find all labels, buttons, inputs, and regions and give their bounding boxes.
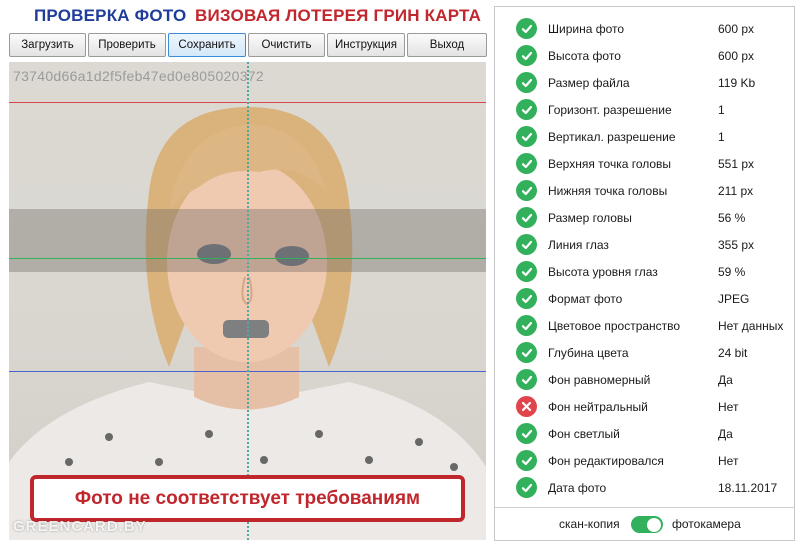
result-row: Цветовое пространство Нет данных bbox=[495, 312, 794, 339]
exit-button[interactable]: Выход bbox=[407, 33, 487, 57]
result-row: Фон светлый Да bbox=[495, 420, 794, 447]
result-label: Формат фото bbox=[548, 292, 623, 306]
result-row: Высота уровня глаз 59 % bbox=[495, 258, 794, 285]
check-circle-icon bbox=[516, 18, 537, 39]
toolbar: Загрузить Проверить Сохранить Очистить И… bbox=[9, 33, 487, 57]
camera-label: фотокамера bbox=[672, 517, 741, 531]
result-value: 355 px bbox=[718, 238, 755, 252]
check-circle-icon bbox=[516, 342, 537, 363]
result-label: Линия глаз bbox=[548, 238, 609, 252]
result-label: Фон нейтральный bbox=[548, 400, 648, 414]
result-label: Высота уровня глаз bbox=[548, 265, 658, 279]
app-window: ПРОВЕРКА ФОТО ВИЗОВАЯ ЛОТЕРЕЯ ГРИН КАРТА… bbox=[0, 0, 800, 547]
cross-circle-icon bbox=[516, 396, 537, 417]
result-value: JPEG bbox=[718, 292, 750, 306]
result-row: Вертикал. разрешение 1 bbox=[495, 123, 794, 150]
check-circle-icon bbox=[516, 72, 537, 93]
result-label: Высота фото bbox=[548, 49, 621, 63]
save-button[interactable]: Сохранить bbox=[168, 33, 246, 57]
header: ПРОВЕРКА ФОТО ВИЗОВАЯ ЛОТЕРЕЯ ГРИН КАРТА bbox=[0, 0, 493, 32]
center-guide-line bbox=[247, 62, 249, 540]
result-row: Линия глаз 355 px bbox=[495, 231, 794, 258]
check-circle-icon bbox=[516, 315, 537, 336]
check-results-list: Ширина фото 600 px Высота фото 600 px Разм… bbox=[495, 15, 794, 501]
check-circle-icon bbox=[516, 369, 537, 390]
result-label: Ширина фото bbox=[548, 22, 625, 36]
result-row: Верхняя точка головы 551 px bbox=[495, 150, 794, 177]
result-value: 56 % bbox=[718, 211, 746, 225]
result-value: 1 bbox=[718, 130, 725, 144]
result-value: 24 bit bbox=[718, 346, 748, 360]
result-row: Размер головы 56 % bbox=[495, 204, 794, 231]
result-label: Размер головы bbox=[548, 211, 632, 225]
result-value: 211 px bbox=[718, 184, 754, 198]
check-circle-icon bbox=[516, 180, 537, 201]
result-row: Размер файла 119 Kb bbox=[495, 69, 794, 96]
source-toggle[interactable] bbox=[631, 516, 663, 533]
app-title: ПРОВЕРКА ФОТО bbox=[34, 6, 187, 25]
check-circle-icon bbox=[516, 207, 537, 228]
result-value: Да bbox=[718, 373, 733, 387]
result-label: Цветовое пространство bbox=[548, 319, 681, 333]
result-value: Нет данных bbox=[718, 319, 784, 333]
check-circle-icon bbox=[516, 153, 537, 174]
result-row: Ширина фото 600 px bbox=[495, 15, 794, 42]
clear-button[interactable]: Очистить bbox=[248, 33, 325, 57]
result-value: 600 px bbox=[718, 22, 755, 36]
result-value: 600 px bbox=[718, 49, 755, 63]
results-panel: Ширина фото 600 px Высота фото 600 px Разм… bbox=[494, 6, 795, 541]
check-circle-icon bbox=[516, 45, 537, 66]
source-mode-switch: скан-копия фотокамера bbox=[495, 508, 794, 541]
result-row: Формат фото JPEG bbox=[495, 285, 794, 312]
watermark: GREENCARD.BY bbox=[13, 518, 147, 535]
result-label: Размер файла bbox=[548, 76, 630, 90]
toggle-knob bbox=[647, 517, 661, 532]
result-value: Да bbox=[718, 427, 733, 441]
result-value: 18.11.2017 bbox=[718, 481, 778, 495]
validation-warning: Фото не соответствует требованиям bbox=[30, 475, 465, 522]
check-circle-icon bbox=[516, 450, 537, 471]
result-label: Фон редактировался bbox=[548, 454, 664, 468]
result-row: Нижняя точка головы 211 px bbox=[495, 177, 794, 204]
check-circle-icon bbox=[516, 234, 537, 255]
check-circle-icon bbox=[516, 477, 537, 498]
result-row: Горизонт. разрешение 1 bbox=[495, 96, 794, 123]
result-row: Дата фото 18.11.2017 bbox=[495, 474, 794, 501]
instructions-button[interactable]: Инструкция bbox=[327, 33, 405, 57]
result-label: Вертикал. разрешение bbox=[548, 130, 676, 144]
load-button[interactable]: Загрузить bbox=[9, 33, 86, 57]
check-circle-icon bbox=[516, 288, 537, 309]
check-button[interactable]: Проверить bbox=[88, 33, 166, 57]
result-label: Глубина цвета bbox=[548, 346, 629, 360]
result-row: Фон редактировался Нет bbox=[495, 447, 794, 474]
result-value: 119 Kb bbox=[718, 76, 756, 90]
result-label: Дата фото bbox=[548, 481, 607, 495]
check-circle-icon bbox=[516, 126, 537, 147]
result-label: Фон равномерный bbox=[548, 373, 651, 387]
check-circle-icon bbox=[516, 261, 537, 282]
photo-preview: 73740d66a1d2f5feb47ed0e805020372 Фото не… bbox=[9, 62, 486, 540]
result-value: 551 px bbox=[718, 157, 755, 171]
result-row: Фон нейтральный Нет bbox=[495, 393, 794, 420]
result-row: Глубина цвета 24 bit bbox=[495, 339, 794, 366]
photo-hash-id: 73740d66a1d2f5feb47ed0e805020372 bbox=[13, 68, 264, 84]
check-circle-icon bbox=[516, 423, 537, 444]
result-value: Нет bbox=[718, 400, 739, 414]
scan-copy-label: скан-копия bbox=[559, 517, 620, 531]
result-value: 59 % bbox=[718, 265, 746, 279]
result-value: 1 bbox=[718, 103, 725, 117]
result-label: Фон светлый bbox=[548, 427, 620, 441]
result-label: Нижняя точка головы bbox=[548, 184, 668, 198]
result-row: Фон равномерный Да bbox=[495, 366, 794, 393]
result-value: Нет bbox=[718, 454, 739, 468]
result-row: Высота фото 600 px bbox=[495, 42, 794, 69]
result-label: Верхняя точка головы bbox=[548, 157, 672, 171]
result-label: Горизонт. разрешение bbox=[548, 103, 672, 117]
app-subtitle: ВИЗОВАЯ ЛОТЕРЕЯ ГРИН КАРТА bbox=[195, 6, 482, 25]
check-circle-icon bbox=[516, 99, 537, 120]
